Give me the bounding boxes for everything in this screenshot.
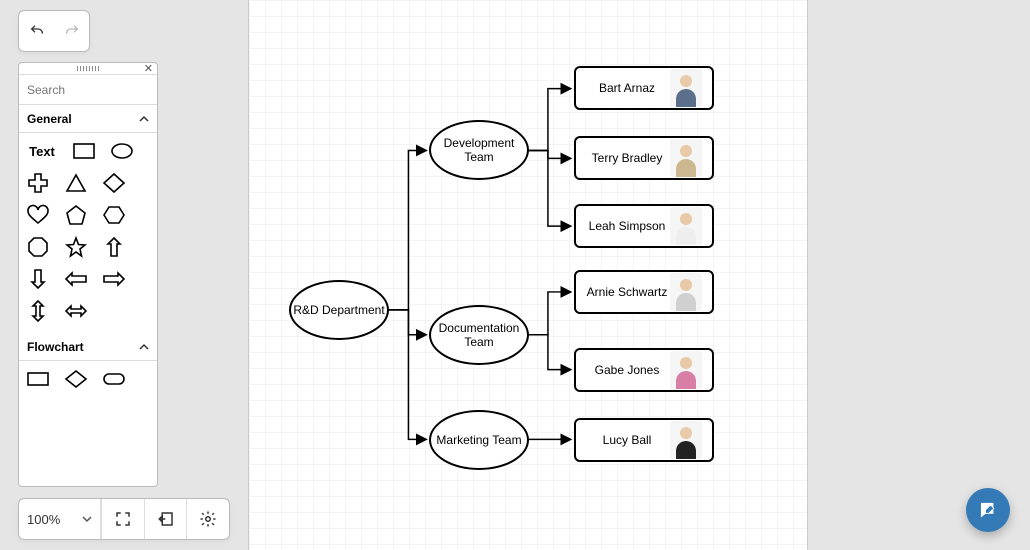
- node-person[interactable]: Leah Simpson: [574, 204, 714, 248]
- shape-text[interactable]: Text: [25, 139, 59, 163]
- chevron-up-icon: [139, 342, 149, 352]
- section-label: Flowchart: [27, 340, 84, 354]
- zoom-value: 100%: [27, 512, 60, 527]
- shape-star[interactable]: [63, 235, 89, 259]
- shape-diamond[interactable]: [101, 171, 127, 195]
- export-button[interactable]: [144, 499, 187, 539]
- connector-layer: [249, 0, 807, 550]
- node-team[interactable]: Marketing Team: [429, 410, 529, 470]
- shape-decision[interactable]: [63, 367, 89, 391]
- shape-octagon[interactable]: [25, 235, 51, 259]
- chevron-down-icon: [82, 512, 92, 527]
- shape-arrow-left[interactable]: [63, 267, 89, 291]
- history-toolbar: [18, 10, 90, 52]
- person-name: Leah Simpson: [584, 219, 670, 233]
- avatar-icon: [670, 69, 702, 107]
- shape-search: [19, 75, 157, 105]
- shape-arrow-updown[interactable]: [25, 299, 51, 323]
- shape-arrow-up[interactable]: [101, 235, 127, 259]
- node-person[interactable]: Arnie Schwartz: [574, 270, 714, 314]
- shape-arrow-down[interactable]: [25, 267, 51, 291]
- shape-arrow-leftright[interactable]: [63, 299, 89, 323]
- redo-button[interactable]: [62, 21, 82, 41]
- avatar-icon: [670, 421, 702, 459]
- shapes-panel: ✕ General Text: [18, 62, 158, 487]
- node-label: Marketing Team: [436, 433, 521, 447]
- person-name: Bart Arnaz: [584, 81, 670, 95]
- node-person[interactable]: Terry Bradley: [574, 136, 714, 180]
- node-team[interactable]: Development Team: [429, 120, 529, 180]
- panel-drag-handle[interactable]: ✕: [19, 63, 157, 75]
- node-team[interactable]: Documentation Team: [429, 305, 529, 365]
- section-flowchart-body: [19, 361, 157, 401]
- zoom-dropdown[interactable]: 100%: [19, 499, 101, 539]
- person-name: Lucy Ball: [584, 433, 670, 447]
- section-flowchart[interactable]: Flowchart: [19, 333, 157, 361]
- section-general[interactable]: General: [19, 105, 157, 133]
- avatar-icon: [670, 207, 702, 245]
- node-person[interactable]: Lucy Ball: [574, 418, 714, 462]
- shape-terminator[interactable]: [101, 367, 127, 391]
- node-label: Development Team: [431, 136, 527, 165]
- node-label: Documentation Team: [431, 321, 527, 350]
- shape-process[interactable]: [25, 367, 51, 391]
- node-label: R&D Department: [293, 303, 384, 317]
- shape-triangle[interactable]: [63, 171, 89, 195]
- chevron-up-icon: [139, 114, 149, 124]
- close-icon[interactable]: ✕: [144, 63, 153, 75]
- avatar-icon: [670, 273, 702, 311]
- diagram-canvas[interactable]: R&D Department Development Team Document…: [248, 0, 808, 550]
- node-person[interactable]: Gabe Jones: [574, 348, 714, 392]
- person-name: Arnie Schwartz: [584, 285, 670, 299]
- view-toolbar: 100%: [18, 498, 230, 540]
- section-label: General: [27, 112, 72, 126]
- shape-heart[interactable]: [25, 203, 51, 227]
- node-root[interactable]: R&D Department: [289, 280, 389, 340]
- search-input[interactable]: [19, 83, 158, 97]
- section-general-body: Text: [19, 133, 157, 333]
- person-name: Terry Bradley: [584, 151, 670, 165]
- shape-pentagon[interactable]: [63, 203, 89, 227]
- fullscreen-button[interactable]: [101, 499, 144, 539]
- settings-button[interactable]: [186, 499, 229, 539]
- person-name: Gabe Jones: [584, 363, 670, 377]
- undo-button[interactable]: [27, 21, 47, 41]
- feedback-fab[interactable]: [966, 488, 1010, 532]
- shape-arrow-right[interactable]: [101, 267, 127, 291]
- node-person[interactable]: Bart Arnaz: [574, 66, 714, 110]
- avatar-icon: [670, 351, 702, 389]
- shape-rectangle[interactable]: [71, 139, 97, 163]
- shape-ellipse[interactable]: [109, 139, 135, 163]
- avatar-icon: [670, 139, 702, 177]
- shape-hexagon[interactable]: [101, 203, 127, 227]
- shape-cross[interactable]: [25, 171, 51, 195]
